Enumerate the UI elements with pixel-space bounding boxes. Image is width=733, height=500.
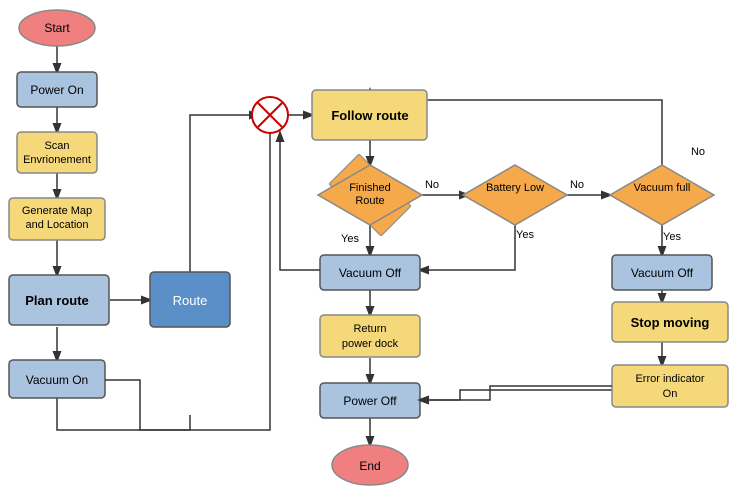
plan-route-label: Plan route <box>25 293 89 308</box>
follow-route-label: Follow route <box>331 108 408 123</box>
vacuum-full-label: Vacuum full <box>634 182 691 194</box>
power-on-label: Power On <box>30 83 83 97</box>
power-off-label: Power Off <box>343 394 397 408</box>
svg-text:and Location: and Location <box>26 219 89 231</box>
battery-yes-label: Yes <box>516 229 534 241</box>
svg-text:power dock: power dock <box>342 338 399 350</box>
end-label: End <box>359 459 380 473</box>
error-indicator-label: Error indicator <box>635 373 704 385</box>
svg-text:On: On <box>663 388 678 400</box>
gen-map-label: Generate Map <box>22 205 92 217</box>
scan-env-label: Scan <box>44 140 69 152</box>
return-power-label: Return <box>353 323 386 335</box>
finished-route-label: Finished <box>349 182 391 194</box>
vacuum-full-yes-label: Yes <box>663 231 681 243</box>
route-label: Route <box>173 293 208 308</box>
battery-low-label: Battery Low <box>486 182 544 194</box>
vacuum-full-no-label: No <box>691 146 705 158</box>
battery-no-label: No <box>570 179 584 191</box>
finished-no-label: No <box>425 179 439 191</box>
start-label: Start <box>44 21 70 35</box>
vacuum-on-label: Vacuum On <box>26 373 88 387</box>
finished-yes-label: Yes <box>341 233 359 245</box>
svg-text:Route: Route <box>355 195 384 207</box>
svg-text:Envrionement: Envrionement <box>23 154 91 166</box>
vacuum-off-left-label: Vacuum Off <box>339 266 402 280</box>
stop-moving-label: Stop moving <box>631 315 710 330</box>
vacuum-off-right-label: Vacuum Off <box>631 266 694 280</box>
